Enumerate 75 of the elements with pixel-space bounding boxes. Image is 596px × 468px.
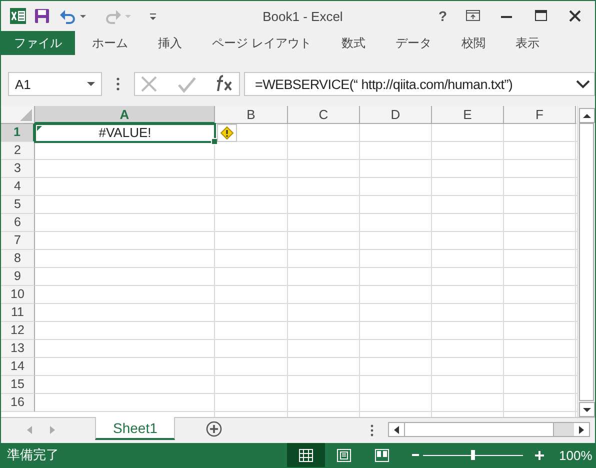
row-header[interactable]: 5 — [1, 196, 35, 214]
name-box[interactable]: A1 — [8, 72, 102, 96]
ribbon-tab[interactable]: ページ レイアウト — [197, 31, 326, 55]
horizontal-scrollbar[interactable] — [388, 422, 590, 437]
page-break-icon[interactable] — [375, 448, 389, 462]
zoom-out-icon[interactable] — [412, 453, 418, 457]
status-text: 準備完了 — [6, 446, 60, 464]
more-options-icon[interactable] — [116, 77, 120, 91]
ribbon-tab[interactable]: ホーム — [77, 31, 143, 55]
fill-handle[interactable] — [211, 138, 218, 145]
row-header[interactable]: 8 — [1, 250, 35, 268]
zoom-in-icon[interactable] — [534, 450, 544, 460]
scroll-right-button[interactable] — [574, 423, 590, 436]
column-header[interactable]: E — [432, 106, 504, 124]
splitter-handle-icon[interactable] — [370, 424, 374, 437]
cell-reference: A1 — [15, 76, 31, 92]
window-title: Book1 - Excel — [262, 8, 344, 24]
up-arrow-icon[interactable] — [582, 112, 592, 118]
row-header[interactable]: 10 — [1, 286, 35, 304]
row-header[interactable]: 1 — [1, 124, 35, 142]
zoom-level-button[interactable]: 100% — [559, 448, 592, 462]
row-header[interactable]: 3 — [1, 160, 35, 178]
row-header[interactable]: 14 — [1, 358, 35, 376]
scroll-up-button[interactable] — [578, 108, 595, 123]
sheet-tab[interactable]: Sheet1 — [95, 417, 176, 440]
dropdown-caret-icon[interactable] — [80, 14, 86, 18]
vertical-scrollbar[interactable] — [577, 106, 595, 417]
row-header[interactable]: 15 — [1, 376, 35, 394]
selected-cell[interactable]: #VALUE! — [35, 124, 215, 142]
grid-icon[interactable] — [299, 448, 313, 462]
row-header[interactable]: 9 — [1, 268, 35, 286]
warning-icon[interactable] — [220, 126, 234, 140]
dropdown-caret-icon[interactable] — [87, 82, 95, 86]
column-header[interactable]: B — [215, 106, 288, 124]
excel-logo-icon — [9, 7, 27, 25]
formula-text: =WEBSERVICE(“ http://qiita.com/human.txt”) — [255, 76, 513, 92]
customize-toolbar-icon[interactable] — [149, 11, 157, 21]
row-header[interactable]: 7 — [1, 232, 35, 250]
ribbon-tab[interactable]: 校閲 — [446, 31, 500, 55]
ribbon-tab[interactable]: 挿入 — [143, 31, 197, 55]
left-arrow-icon[interactable] — [394, 426, 400, 434]
view-button[interactable] — [287, 443, 325, 467]
column-header[interactable]: A — [35, 106, 215, 124]
row-header[interactable]: 11 — [1, 304, 35, 322]
page-icon[interactable] — [337, 448, 351, 462]
row-header[interactable]: 6 — [1, 214, 35, 232]
scrollbar-thumb[interactable] — [404, 423, 554, 436]
expand-chevron-icon[interactable] — [576, 80, 590, 88]
row-header[interactable]: 13 — [1, 340, 35, 358]
zoom-slider-thumb[interactable] — [471, 450, 475, 460]
ribbon-tab[interactable]: 数式 — [326, 31, 380, 55]
close-icon[interactable] — [567, 8, 583, 24]
right-arrow-icon[interactable] — [579, 426, 584, 434]
scroll-left-button[interactable] — [389, 423, 404, 436]
row-header[interactable]: 12 — [1, 322, 35, 340]
file-tab[interactable]: ファイル — [1, 31, 75, 55]
ribbon-tab[interactable]: データ — [380, 31, 446, 55]
row-header[interactable]: 16 — [1, 394, 35, 412]
error-options-button[interactable] — [217, 124, 237, 142]
column-header[interactable]: F — [504, 106, 576, 124]
worksheet-grid[interactable]: A B C D E F 1 #VALUE! 2 3 4 5 6 7 8 9 10 11 12 13 14 15 16 — [1, 106, 578, 417]
maximize-icon[interactable] — [533, 8, 549, 24]
row-header[interactable]: 2 — [1, 142, 35, 160]
add-sheet-icon[interactable] — [206, 421, 222, 437]
help-button[interactable]: ? — [436, 5, 449, 27]
down-arrow-icon[interactable] — [582, 406, 592, 412]
scroll-down-button[interactable] — [578, 402, 595, 417]
formula-field[interactable]: =WEBSERVICE(“ http://qiita.com/human.txt”) — [244, 72, 595, 96]
ribbon-display-options-icon[interactable] — [465, 8, 481, 24]
ribbon-tab[interactable]: 表示 — [500, 31, 554, 55]
column-header[interactable]: D — [360, 106, 432, 124]
row-header[interactable]: 4 — [1, 178, 35, 196]
scrollbar-thumb[interactable] — [579, 123, 594, 401]
column-header[interactable]: C — [288, 106, 360, 124]
save-icon[interactable] — [33, 7, 51, 25]
